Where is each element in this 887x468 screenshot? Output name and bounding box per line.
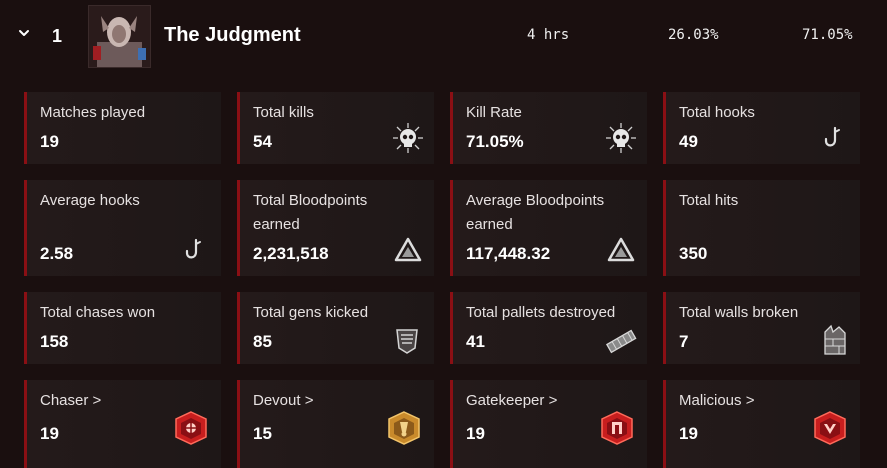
wall-icon bbox=[824, 324, 846, 355]
stat-card-average-hooks: Average hooks 2.58 bbox=[24, 180, 221, 276]
badge-value: 15 bbox=[253, 424, 272, 443]
stat-label: Total kills bbox=[253, 104, 314, 121]
stat-value: 2,231,518 bbox=[253, 244, 329, 263]
stat-card-kill-rate: Kill Rate 71.05% bbox=[450, 92, 647, 164]
stat-value: 158 bbox=[40, 332, 69, 351]
killer-portrait bbox=[88, 5, 151, 68]
stat-value: 41 bbox=[466, 332, 485, 351]
stat-label: Average hooks bbox=[40, 192, 140, 209]
stat-card-average-bloodpoints: Average Bloodpoints earned 117,448.32 bbox=[450, 180, 647, 276]
stat-label: Total Bloodpoints earned bbox=[253, 192, 368, 233]
stat-card-total-gens-kicked: Total gens kicked 85 bbox=[237, 292, 434, 364]
skull-icon bbox=[393, 123, 423, 153]
skull-icon bbox=[606, 123, 636, 153]
stat-value: 49 bbox=[679, 132, 698, 151]
chevron-down-icon[interactable] bbox=[17, 26, 31, 40]
rank-number: 1 bbox=[52, 26, 63, 46]
hook-icon bbox=[185, 238, 201, 259]
bloodpoints-icon bbox=[607, 237, 635, 262]
header-kill-rate: 71.05% bbox=[802, 27, 853, 43]
stat-card-total-kills: Total kills 54 bbox=[237, 92, 434, 164]
header-stat-a: 26.03% bbox=[668, 27, 719, 43]
stat-value: 54 bbox=[253, 132, 272, 151]
time-played: 4 hrs bbox=[527, 27, 570, 43]
badge-value: 19 bbox=[679, 424, 698, 443]
badge-card-malicious[interactable]: Malicious > 19 bbox=[663, 380, 860, 468]
stat-value: 7 bbox=[679, 332, 689, 351]
stat-label: Matches played bbox=[40, 104, 146, 121]
badge-value: 19 bbox=[466, 424, 485, 443]
stat-value: 350 bbox=[679, 244, 708, 263]
stat-label: Average Bloodpoints earned bbox=[466, 192, 605, 233]
badge-value: 19 bbox=[40, 424, 59, 443]
stat-value: 19 bbox=[40, 132, 59, 151]
stat-label: Total walls broken bbox=[679, 304, 799, 321]
chevron-right-icon: > bbox=[304, 392, 314, 409]
stat-card-total-walls-broken: Total walls broken 7 bbox=[663, 292, 860, 364]
stat-card-total-pallets-destroyed: Total pallets destroyed 41 bbox=[450, 292, 647, 364]
stat-card-total-hits: Total hits 350 bbox=[663, 180, 860, 276]
stat-card-total-bloodpoints: Total Bloodpoints earned 2,231,518 bbox=[237, 180, 434, 276]
stat-card-matches-played: Matches played 19 bbox=[24, 92, 221, 164]
malicious-badge-icon bbox=[814, 411, 846, 445]
badge-card-devout[interactable]: Devout > 15 bbox=[237, 380, 434, 468]
stat-value: 2.58 bbox=[40, 244, 74, 263]
stat-label: Total chases won bbox=[40, 304, 156, 321]
stat-card-total-hooks: Total hooks 49 bbox=[663, 92, 860, 164]
chaser-badge-icon bbox=[175, 411, 207, 445]
chevron-right-icon: > bbox=[92, 392, 102, 409]
bloodpoints-icon bbox=[394, 237, 422, 262]
generator-icon bbox=[396, 329, 418, 354]
killer-name: The Judgment bbox=[164, 24, 301, 46]
pallet-icon bbox=[605, 329, 637, 354]
badge-card-chaser[interactable]: Chaser > 19 bbox=[24, 380, 221, 468]
devout-badge-icon bbox=[388, 411, 420, 445]
hook-icon bbox=[824, 126, 840, 147]
chevron-right-icon: > bbox=[548, 392, 558, 409]
stat-label: Total pallets destroyed bbox=[466, 304, 616, 321]
chevron-right-icon: > bbox=[745, 392, 755, 409]
stat-label: Total hits bbox=[679, 192, 739, 209]
stat-value: 71.05% bbox=[466, 132, 524, 151]
stat-value: 85 bbox=[253, 332, 272, 351]
killer-row-header[interactable]: 1 The Judgment 4 hrs 26.03% 71.05% bbox=[0, 0, 887, 72]
badge-card-gatekeeper[interactable]: Gatekeeper > 19 bbox=[450, 380, 647, 468]
stat-label: Total gens kicked bbox=[253, 304, 369, 321]
stat-label: Total hooks bbox=[679, 104, 755, 121]
gatekeeper-badge-icon bbox=[601, 411, 633, 445]
stat-card-total-chases-won: Total chases won 158 bbox=[24, 292, 221, 364]
stat-label: Kill Rate bbox=[466, 104, 522, 121]
stat-value: 117,448.32 bbox=[466, 244, 551, 263]
